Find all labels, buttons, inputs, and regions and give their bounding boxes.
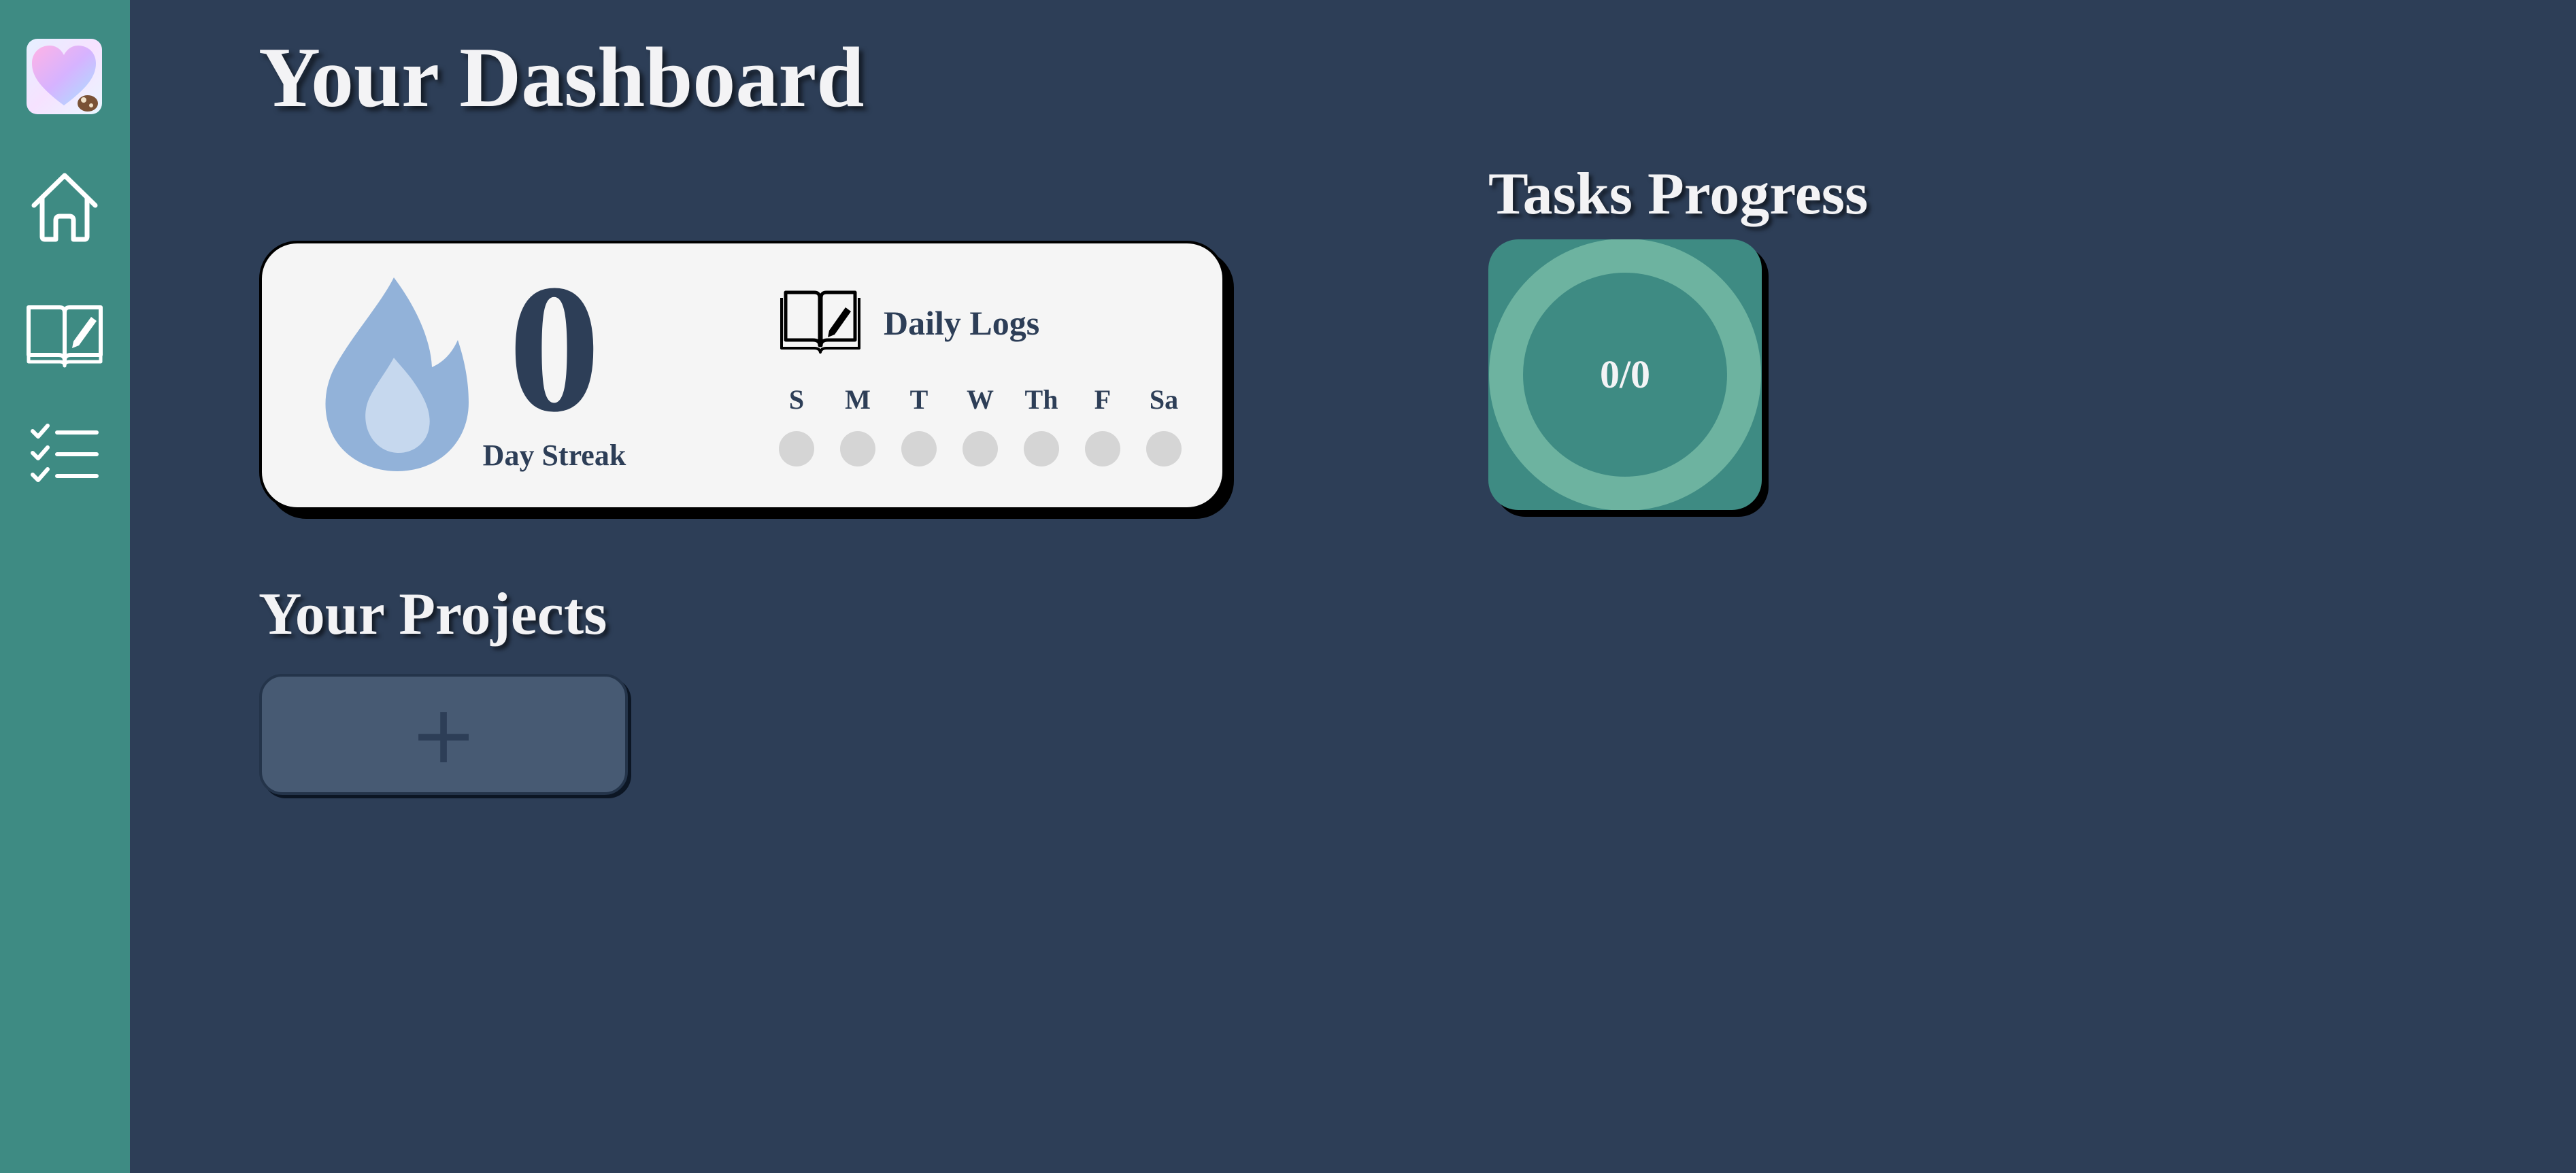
sidebar (0, 0, 130, 1173)
day-log-dot[interactable] (963, 431, 998, 466)
day-log-dot[interactable] (779, 431, 814, 466)
weekday-thursday: Th (1014, 384, 1069, 466)
streak-card: 0 Day Streak Daily Logs S M T W Th F Sa (259, 241, 1225, 510)
daily-logs-book-icon (780, 290, 860, 354)
day-log-dot[interactable] (1085, 431, 1120, 466)
add-project-button[interactable]: + (259, 674, 628, 795)
sidebar-item-tasks[interactable] (24, 415, 105, 495)
weekday-sunday: S (769, 384, 824, 466)
weekday-saturday: Sa (1137, 384, 1191, 466)
weekday-label: T (909, 384, 929, 415)
streak-count: 0 (508, 247, 601, 450)
plus-icon: + (409, 687, 478, 781)
tasks-progress-card: 0/0 (1488, 239, 1762, 510)
sidebar-item-home[interactable] (24, 166, 105, 246)
day-log-dot[interactable] (840, 431, 875, 466)
weekday-label: S (788, 384, 805, 415)
day-log-dot[interactable] (901, 431, 937, 466)
weekday-label: Th (1024, 384, 1058, 415)
day-log-dot[interactable] (1024, 431, 1059, 466)
sidebar-item-journal[interactable] (24, 292, 105, 373)
journal-icon (27, 305, 103, 368)
page-title: Your Dashboard (258, 31, 865, 125)
checklist-icon (31, 424, 99, 482)
weekday-tuesday: T (892, 384, 946, 466)
tasks-progress-value: 0/0 (1599, 352, 1651, 396)
tasks-progress-title: Tasks Progress (1488, 161, 1869, 227)
weekday-wednesday: W (953, 384, 1007, 466)
weekday-label: M (845, 384, 871, 415)
weekday-label: F (1094, 384, 1111, 415)
weekday-label: W (967, 384, 994, 415)
day-log-dot[interactable] (1146, 431, 1182, 466)
projects-title: Your Projects (258, 581, 607, 647)
streak-label: Day Streak (482, 439, 626, 472)
app-logo[interactable] (27, 39, 102, 114)
weekday-label: Sa (1149, 384, 1179, 415)
weekday-monday: M (831, 384, 885, 466)
flame-icon (325, 277, 469, 471)
daily-logs-title: Daily Logs (884, 304, 1040, 342)
home-icon (31, 173, 98, 242)
weekday-friday: F (1075, 384, 1130, 466)
heart-logo-icon (32, 46, 98, 112)
